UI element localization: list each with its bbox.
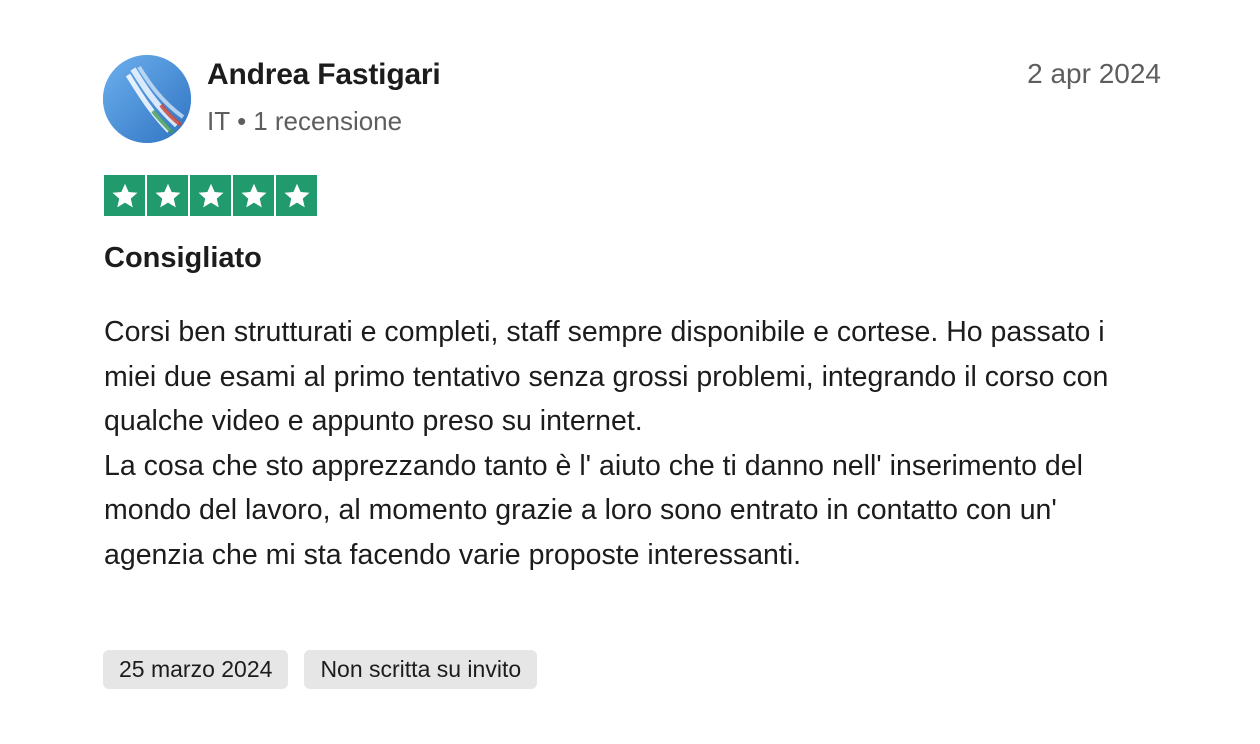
- reviewer-meta: IT • 1 recensione: [207, 106, 402, 137]
- reviewer-name[interactable]: Andrea Fastigari: [207, 58, 441, 92]
- star-rating: [104, 175, 317, 216]
- meta-separator: •: [237, 106, 247, 136]
- reviewer-review-count[interactable]: 1 recensione: [253, 106, 402, 136]
- unprompted-review-tag[interactable]: Non scritta su invito: [304, 650, 538, 689]
- review-card: Andrea Fastigari IT • 1 recensione 2 apr 2…: [0, 0, 1260, 744]
- star-icon: [190, 175, 231, 216]
- review-tags: 25 marzo 2024 Non scritta su invito: [103, 650, 538, 689]
- avatar[interactable]: [103, 55, 191, 143]
- experience-date-tag: 25 marzo 2024: [103, 650, 289, 689]
- star-icon: [147, 175, 188, 216]
- star-icon: [104, 175, 145, 216]
- review-title: Consigliato: [104, 242, 262, 274]
- review-paragraph: La cosa che sto apprezzando tanto è l' a…: [104, 449, 1083, 571]
- star-icon: [233, 175, 274, 216]
- star-icon: [276, 175, 317, 216]
- review-paragraph: Corsi ben strutturati e completi, staff …: [104, 316, 1109, 437]
- reviewer-country: IT: [207, 106, 231, 136]
- review-body: Corsi ben strutturati e completi, staff …: [104, 310, 1164, 577]
- review-date: 2 apr 2024: [1027, 58, 1161, 89]
- avatar-photo-icon: [103, 55, 191, 143]
